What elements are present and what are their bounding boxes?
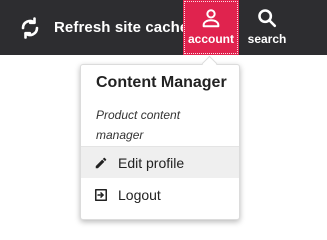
edit-profile-item[interactable]: Edit profile [81, 147, 239, 178]
account-button[interactable]: account [183, 0, 239, 55]
refresh-icon [18, 16, 42, 40]
user-name: Content Manager [96, 74, 227, 91]
user-icon [183, 7, 239, 29]
pencil-icon [81, 156, 108, 170]
search-button[interactable]: search [243, 0, 291, 55]
logout-label: Logout [118, 186, 161, 203]
refresh-cache-label: Refresh site cache [54, 19, 189, 36]
edit-profile-label: Edit profile [118, 154, 185, 171]
top-bar: Refresh site cache account search [0, 0, 327, 55]
account-dropdown-menu: Content Manager Product content manager … [80, 64, 240, 220]
account-label: account [187, 32, 234, 46]
user-role: Product content manager [96, 108, 181, 142]
search-icon [243, 7, 291, 29]
search-label: search [247, 32, 287, 46]
logout-item[interactable]: Logout [81, 179, 239, 210]
logout-icon [81, 188, 108, 202]
refresh-cache-button[interactable]: Refresh site cache [18, 0, 188, 55]
